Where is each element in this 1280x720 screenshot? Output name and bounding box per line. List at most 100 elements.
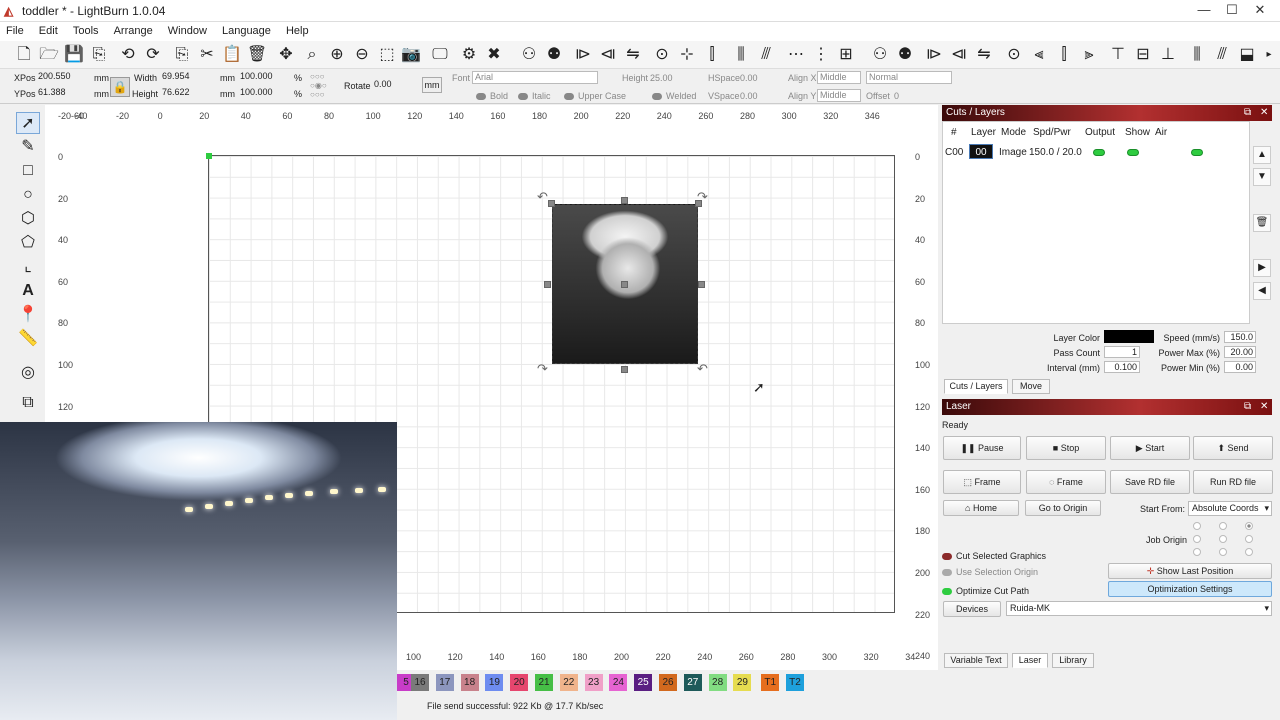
align-h-icon[interactable]: ⫿ [701, 44, 723, 66]
resize-handle[interactable] [621, 366, 628, 373]
menu-help[interactable]: Help [280, 22, 315, 37]
goto-origin-button[interactable]: Go to Origin [1025, 500, 1101, 516]
layer-color-swatch[interactable] [1104, 330, 1154, 343]
delete-icon[interactable]: 🗑 [246, 44, 268, 66]
undock-icon[interactable]: ⧉ [1244, 399, 1251, 415]
xpos-input[interactable]: 200.550 [36, 71, 80, 84]
align-bottom-icon[interactable]: ⊥ [1157, 44, 1179, 66]
target2-icon[interactable]: ⊙ [1003, 44, 1025, 66]
measure-tool-icon[interactable]: 📏 [16, 328, 40, 350]
cut-selected-toggle[interactable]: Cut Selected Graphics [942, 551, 1046, 561]
close-button[interactable]: ✕ [1246, 0, 1274, 20]
cut-icon[interactable]: ✂ [196, 44, 218, 66]
position-laser-icon[interactable]: 📍 [16, 304, 40, 326]
menu-window[interactable]: Window [162, 22, 213, 37]
flip-v2-icon[interactable]: ⧏ [948, 44, 970, 66]
devices-button[interactable]: Devices [943, 601, 1001, 617]
palette-swatch[interactable]: 29 [733, 674, 752, 691]
send-button[interactable]: ⬆ Send [1193, 436, 1273, 460]
scale-x-input[interactable]: 100.000 [238, 71, 278, 84]
ungroup-icon[interactable]: ⚉ [543, 44, 565, 66]
zoom-out-icon[interactable]: ⊖ [351, 44, 373, 66]
monitor-icon[interactable]: 🖵 [429, 44, 451, 66]
align-right-icon[interactable]: ⫸ [1078, 44, 1100, 66]
ungroup2-icon[interactable]: ⚉ [894, 44, 916, 66]
undock-icon[interactable]: ⧉ [1244, 105, 1251, 121]
redo-icon[interactable]: ⟳ [142, 44, 164, 66]
maximize-button[interactable]: ☐ [1218, 0, 1246, 20]
palette-swatch[interactable]: 23 [584, 674, 603, 691]
pass-count-input[interactable]: 1 [1104, 346, 1140, 358]
expand-right-icon[interactable]: ▶ [1253, 259, 1271, 277]
tab-variable-text[interactable]: Variable Text [944, 653, 1008, 668]
dock-icon[interactable]: ⬓ [1236, 44, 1258, 66]
new-file-icon[interactable]: 🗋 [13, 44, 35, 66]
polygon-tool-icon[interactable]: ⬡ [16, 208, 40, 230]
distribute-h-icon[interactable]: ⫼ [730, 44, 752, 66]
palette-swatch[interactable]: 27 [683, 674, 702, 691]
space-v-icon[interactable]: ⋮ [810, 44, 832, 66]
palette-swatch[interactable]: 19 [485, 674, 504, 691]
stop-button[interactable]: ■ Stop [1026, 436, 1106, 460]
table-row[interactable]: C00 00 Image 150.0 / 20.0 [943, 144, 1249, 160]
zoom-selection-icon[interactable]: ⬚ [376, 44, 398, 66]
ellipse-tool-icon[interactable]: ○ [16, 184, 40, 206]
power-max-input[interactable]: 20.00 [1224, 346, 1256, 358]
welded-toggle[interactable]: Welded [652, 91, 696, 101]
start-button[interactable]: ▶ Start [1110, 436, 1190, 460]
undo-icon[interactable]: ⟲ [117, 44, 139, 66]
use-selection-origin-toggle[interactable]: Use Selection Origin [942, 567, 1038, 577]
resize-handle[interactable] [621, 197, 628, 204]
panel-close-icon[interactable]: ✕ [1260, 399, 1268, 415]
show-last-position-button[interactable]: ✛ Show Last Position [1108, 563, 1272, 579]
run-rd-button[interactable]: Run RD file [1193, 470, 1273, 494]
aligny-select[interactable]: Middle [817, 89, 861, 102]
zoom-in-icon[interactable]: ⊕ [326, 44, 348, 66]
scale-y-input[interactable]: 100.000 [238, 87, 278, 100]
flip-vertical-icon[interactable]: ⧏ [597, 44, 619, 66]
font-height-input[interactable]: 25.00 [650, 73, 673, 83]
flip-h2-icon[interactable]: ⧐ [923, 44, 945, 66]
palette-swatch[interactable]: 17 [435, 674, 454, 691]
power-min-input[interactable]: 0.00 [1224, 361, 1256, 373]
job-origin-radio[interactable] [1245, 522, 1253, 530]
save-as-icon[interactable]: ⎘ [88, 44, 110, 66]
height-input[interactable]: 76.622 [160, 87, 204, 100]
panel-close-icon[interactable]: ✕ [1260, 105, 1268, 121]
rotate-handle-icon[interactable]: ↶ [697, 361, 708, 377]
mirror2-icon[interactable]: ⇋ [973, 44, 995, 66]
uppercase-toggle[interactable]: Upper Case [564, 91, 626, 101]
grid-icon[interactable]: ⊞ [835, 44, 857, 66]
job-origin-radio[interactable] [1193, 548, 1201, 556]
optimization-settings-button[interactable]: Optimization Settings [1108, 581, 1272, 597]
rotate-handle-icon[interactable]: ↷ [697, 189, 708, 205]
palette-swatch[interactable]: 22 [559, 674, 578, 691]
frame-rect-button[interactable]: ⬚ Frame [943, 470, 1021, 494]
rotate-input[interactable]: 0.00 [372, 79, 408, 92]
spacing-icon[interactable]: ⫻ [1211, 44, 1233, 66]
pause-button[interactable]: ❚❚ Pause [943, 436, 1021, 460]
start-from-select[interactable]: Absolute Coords ▾ [1188, 501, 1272, 516]
tools-icon[interactable]: ✖ [483, 44, 505, 66]
group-icon[interactable]: ⚇ [518, 44, 540, 66]
save-icon[interactable]: 💾 [63, 44, 85, 66]
space-h-icon[interactable]: ⋯ [785, 44, 807, 66]
align-top-icon[interactable]: ⊤ [1107, 44, 1129, 66]
menu-arrange[interactable]: Arrange [108, 22, 159, 37]
palette-swatch[interactable]: 16 [411, 674, 429, 691]
width-input[interactable]: 69.954 [160, 71, 204, 84]
ypos-input[interactable]: 61.388 [36, 87, 80, 100]
palette-swatch[interactable]: 18 [460, 674, 479, 691]
copy-icon[interactable]: ⎘ [171, 44, 193, 66]
vspace-input[interactable]: 0.00 [740, 91, 758, 101]
toolbar-overflow-icon[interactable]: ▸ [1258, 44, 1280, 66]
align-left-icon[interactable]: ⫷ [1028, 44, 1050, 66]
palette-swatch[interactable]: 21 [535, 674, 553, 691]
resize-handle[interactable] [698, 281, 705, 288]
menu-edit[interactable]: Edit [33, 22, 64, 37]
job-origin-radio[interactable] [1193, 535, 1201, 543]
rotate-handle-icon[interactable]: ↷ [537, 361, 548, 377]
save-rd-button[interactable]: Save RD file [1110, 470, 1190, 494]
align-middle-icon[interactable]: ⊟ [1132, 44, 1154, 66]
settings-icon[interactable]: ⚙ [458, 44, 480, 66]
